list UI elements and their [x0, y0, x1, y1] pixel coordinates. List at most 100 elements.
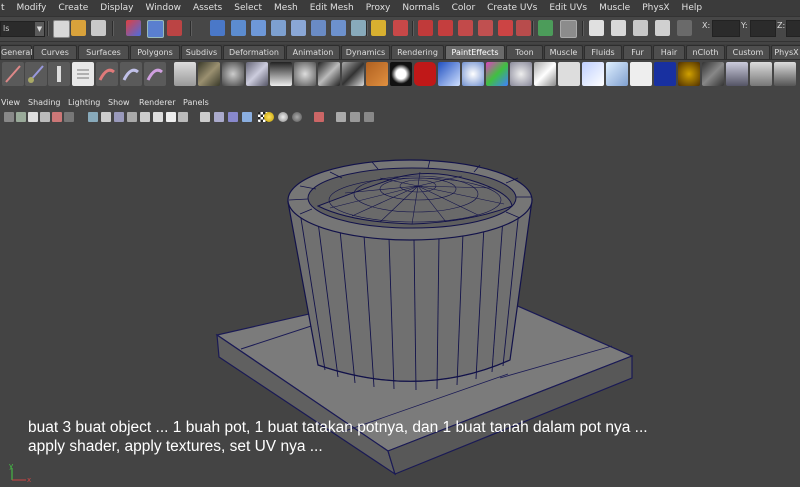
- menu-set-selector[interactable]: ls ▼: [0, 21, 45, 37]
- ambient-occlusion-icon[interactable]: [292, 112, 302, 122]
- menu-item-muscle[interactable]: Muscle: [593, 0, 636, 16]
- menu-item-physx[interactable]: PhysX: [636, 0, 675, 16]
- x-coordinate-field[interactable]: [712, 20, 740, 37]
- resolution-gate-icon[interactable]: [114, 112, 124, 122]
- menu-item-display[interactable]: Display: [94, 0, 139, 16]
- wireframe-icon[interactable]: [178, 112, 188, 122]
- tab-general[interactable]: General: [0, 45, 33, 59]
- panel-menu-renderer[interactable]: Renderer: [139, 96, 176, 110]
- select-by-type-icon[interactable]: [231, 20, 246, 36]
- tab-dynamics[interactable]: Dynamics: [341, 45, 390, 59]
- image-plane-icon[interactable]: [40, 112, 50, 122]
- tab-painteffects[interactable]: PaintEffects: [445, 45, 505, 59]
- snap-live-icon[interactable]: [331, 20, 346, 36]
- backface-cull-icon[interactable]: [364, 112, 374, 122]
- save-scene-icon[interactable]: [91, 20, 106, 36]
- menu-item-select[interactable]: Select: [228, 0, 268, 16]
- help-icon[interactable]: [351, 20, 366, 36]
- metal-brush-icon[interactable]: [246, 62, 268, 86]
- safe-action-icon[interactable]: [153, 112, 163, 122]
- glow-brush-icon[interactable]: [270, 62, 292, 86]
- select-camera-icon[interactable]: [4, 112, 14, 122]
- spheres-brush-icon[interactable]: [222, 62, 244, 86]
- grass-brush-icon[interactable]: [726, 62, 748, 86]
- menu-item-proxy[interactable]: Proxy: [360, 0, 397, 16]
- panel-menu-view[interactable]: View: [1, 96, 20, 110]
- spiral-brush-icon[interactable]: [678, 62, 700, 86]
- rope-brush-icon[interactable]: [342, 62, 364, 86]
- z-coordinate-field[interactable]: [786, 20, 800, 37]
- select-hierarchy-icon[interactable]: [126, 20, 141, 36]
- bookmark-icon[interactable]: [28, 112, 38, 122]
- menu-item-color[interactable]: Color: [446, 0, 482, 16]
- oil-brush-icon[interactable]: [144, 62, 166, 86]
- snap-curve-icon[interactable]: [251, 20, 266, 36]
- tree-brush-icon[interactable]: [750, 62, 772, 86]
- tool-settings-icon[interactable]: [611, 20, 626, 36]
- star-brush-icon[interactable]: [462, 62, 484, 86]
- hypershade-icon[interactable]: [560, 20, 577, 38]
- smooth-shade-icon[interactable]: [200, 112, 210, 122]
- transform-mode-icon[interactable]: [677, 20, 692, 36]
- y-coordinate-field[interactable]: [750, 20, 776, 37]
- notepad-icon[interactable]: [72, 62, 94, 86]
- field-chart-icon[interactable]: [140, 112, 150, 122]
- input-ops-icon[interactable]: [393, 20, 408, 36]
- render-view-icon[interactable]: [478, 20, 493, 36]
- menu-item-create[interactable]: Create: [52, 0, 94, 16]
- red-paint-brush-icon[interactable]: [414, 62, 436, 86]
- panel-menu-shading[interactable]: Shading: [28, 96, 61, 110]
- tab-deformation[interactable]: Deformation: [223, 45, 285, 59]
- tab-fur[interactable]: Fur: [623, 45, 652, 59]
- shadows-icon[interactable]: [278, 112, 288, 122]
- chevron-down-icon[interactable]: ▼: [35, 22, 44, 36]
- menu-item-help[interactable]: Help: [676, 0, 709, 16]
- tab-surfaces[interactable]: Surfaces: [78, 45, 129, 59]
- x-ray-icon[interactable]: [336, 112, 346, 122]
- blue-stroke-brush-icon[interactable]: [438, 62, 460, 86]
- texture-brush-icon[interactable]: [198, 62, 220, 86]
- tab-toon[interactable]: Toon: [506, 45, 543, 59]
- wireframe-on-shaded-icon[interactable]: [214, 112, 224, 122]
- render-settings-icon[interactable]: [538, 20, 553, 36]
- menu-item-modify[interactable]: Modify: [11, 0, 53, 16]
- menu-item-edit[interactable]: t: [0, 0, 11, 16]
- construction-history-icon[interactable]: [458, 20, 473, 36]
- select-object-icon[interactable]: [147, 20, 164, 38]
- grid-toggle-icon[interactable]: [88, 112, 98, 122]
- branch-brush-icon[interactable]: [774, 62, 796, 86]
- neon-brush-icon[interactable]: [654, 62, 676, 86]
- magnet-icon[interactable]: [418, 20, 433, 36]
- snap-surface-icon[interactable]: [311, 20, 326, 36]
- gate-mask-icon[interactable]: [127, 112, 137, 122]
- attribute-editor-icon[interactable]: [589, 20, 604, 36]
- snap-view-icon[interactable]: [291, 20, 306, 36]
- tab-fluids[interactable]: Fluids: [584, 45, 622, 59]
- select-component-icon[interactable]: [167, 20, 182, 36]
- lightning-brush-icon[interactable]: [630, 62, 652, 86]
- two-d-pan-icon[interactable]: [52, 112, 62, 122]
- tab-animation[interactable]: Animation: [286, 45, 340, 59]
- menu-item-edit-mesh[interactable]: Edit Mesh: [304, 0, 360, 16]
- channel-box-icon[interactable]: [633, 20, 648, 36]
- render-current-icon[interactable]: [498, 20, 513, 36]
- water-brush-icon[interactable]: [606, 62, 628, 86]
- cloud-brush-icon[interactable]: [510, 62, 532, 86]
- menu-item-normals[interactable]: Normals: [396, 0, 445, 16]
- crayon-brush-icon[interactable]: [96, 62, 118, 86]
- menu-item-assets[interactable]: Assets: [187, 0, 228, 16]
- film-gate-icon[interactable]: [101, 112, 111, 122]
- paint-brush-icon[interactable]: [2, 62, 24, 86]
- lock-icon[interactable]: [371, 20, 386, 36]
- snap-point-icon[interactable]: [271, 20, 286, 36]
- tab-ncloth[interactable]: nCloth: [686, 45, 725, 59]
- lights-icon[interactable]: [264, 112, 274, 122]
- smear-brush-icon[interactable]: [294, 62, 316, 86]
- tab-subdivs[interactable]: Subdivs: [181, 45, 222, 59]
- feather-brush-icon[interactable]: [534, 62, 556, 86]
- tab-hair[interactable]: Hair: [653, 45, 685, 59]
- open-scene-icon[interactable]: [71, 20, 86, 36]
- panel-menu-show[interactable]: Show: [108, 96, 130, 110]
- splatter-brush-icon[interactable]: [390, 62, 412, 86]
- pick-mask-icon[interactable]: [210, 20, 225, 36]
